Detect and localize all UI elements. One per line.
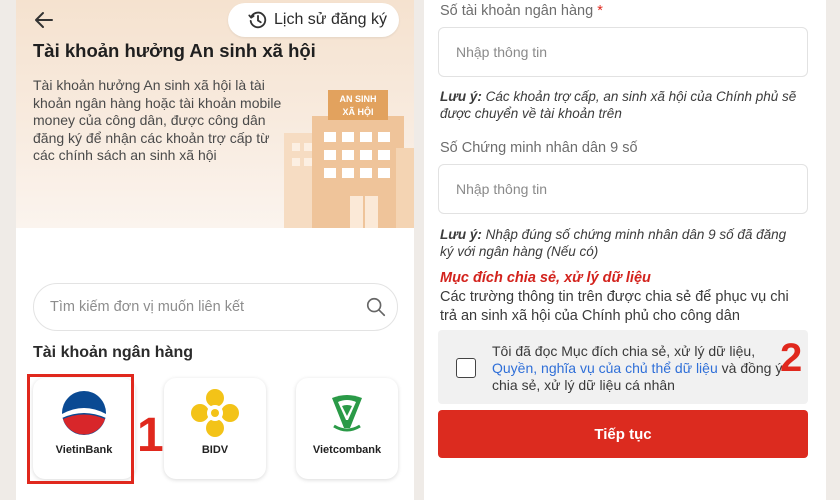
purpose-description: Các trường thông tin trên được chia sẻ đ… bbox=[440, 289, 789, 324]
consent-text: Tôi đã đọc Mục đích chia sẻ, xử lý dữ li… bbox=[492, 343, 802, 394]
social-security-building-icon: AN SINH XÃ HỘI bbox=[284, 90, 414, 228]
account-number-placeholder: Nhập thông tin bbox=[456, 44, 548, 60]
id-number-placeholder: Nhập thông tin bbox=[456, 181, 548, 197]
search-placeholder: Tìm kiếm đơn vị muốn liên kết bbox=[50, 299, 245, 315]
history-button-label: Lịch sử đăng ký bbox=[274, 11, 387, 28]
id-note-prefix: Lưu ý: bbox=[440, 227, 482, 242]
back-arrow-icon[interactable] bbox=[32, 8, 56, 32]
step-marker-2: 2 bbox=[780, 336, 803, 380]
history-clock-icon bbox=[248, 11, 267, 29]
bank-name: BIDV bbox=[201, 444, 229, 456]
screen: Lịch sử đăng ký Tài khoản hưởng An sinh … bbox=[0, 0, 840, 500]
continue-button-label: Tiếp tục bbox=[594, 425, 652, 443]
account-number-input[interactable]: Nhập thông tin bbox=[438, 27, 808, 77]
consent-checkbox[interactable] bbox=[456, 358, 476, 378]
step-marker-1: 1 bbox=[137, 409, 164, 462]
purpose-title: Mục đích chia sẻ, xử lý dữ liệu bbox=[440, 270, 651, 286]
bank-card-bidv[interactable]: BIDV bbox=[164, 378, 266, 479]
search-icon[interactable] bbox=[365, 296, 387, 318]
bank-name: Vietcombank bbox=[312, 444, 382, 456]
highlight-box-step-1 bbox=[27, 374, 134, 484]
history-button[interactable]: Lịch sử đăng ký bbox=[228, 3, 399, 37]
account-number-label: Số tài khoản ngân hàng * bbox=[440, 3, 603, 19]
bank-section-title: Tài khoản ngân hàng bbox=[33, 344, 194, 361]
left-panel: Lịch sử đăng ký Tài khoản hưởng An sinh … bbox=[16, 0, 414, 500]
id-note-text: Nhập đúng số chứng minh nhân dân 9 số đã… bbox=[440, 227, 787, 259]
right-panel: Số tài khoản ngân hàng * Nhập thông tin … bbox=[424, 0, 826, 500]
page-title: Tài khoản hưởng An sinh xã hội bbox=[33, 40, 316, 61]
account-note-prefix: Lưu ý: bbox=[440, 89, 482, 104]
bank-card-vietcombank[interactable]: Vietcombank bbox=[296, 378, 398, 479]
hero-banner: Lịch sử đăng ký Tài khoản hưởng An sinh … bbox=[16, 0, 414, 228]
page-description: Tài khoản hưởng An sinh xã hội là tài kh… bbox=[33, 77, 282, 163]
id-number-input[interactable]: Nhập thông tin bbox=[438, 164, 808, 214]
data-subject-rights-link[interactable]: Quyền, nghĩa vụ của chủ thể dữ liệu bbox=[492, 360, 718, 376]
bidv-logo-icon bbox=[191, 389, 239, 437]
consent-box: Tôi đã đọc Mục đích chia sẻ, xử lý dữ li… bbox=[438, 330, 808, 404]
required-mark: * bbox=[597, 3, 603, 19]
id-number-label: Số Chứng minh nhân dân 9 số bbox=[440, 140, 638, 156]
consent-text-part1: Tôi đã đọc Mục đích chia sẻ, xử lý dữ li… bbox=[492, 343, 756, 359]
building-sign-line2: XÃ HỘI bbox=[342, 106, 373, 117]
account-note-text: Các khoản trợ cấp, an sinh xã hội của Ch… bbox=[440, 89, 797, 121]
account-number-label-text: Số tài khoản ngân hàng bbox=[440, 3, 594, 19]
search-input[interactable]: Tìm kiếm đơn vị muốn liên kết bbox=[33, 283, 398, 331]
account-note: Lưu ý: Các khoản trợ cấp, an sinh xã hội… bbox=[440, 88, 800, 122]
vietcombank-logo-icon bbox=[332, 395, 362, 432]
building-sign-line1: AN SINH bbox=[339, 94, 376, 104]
id-note: Lưu ý: Nhập đúng số chứng minh nhân dân … bbox=[440, 226, 800, 260]
continue-button[interactable]: Tiếp tục bbox=[438, 410, 808, 458]
